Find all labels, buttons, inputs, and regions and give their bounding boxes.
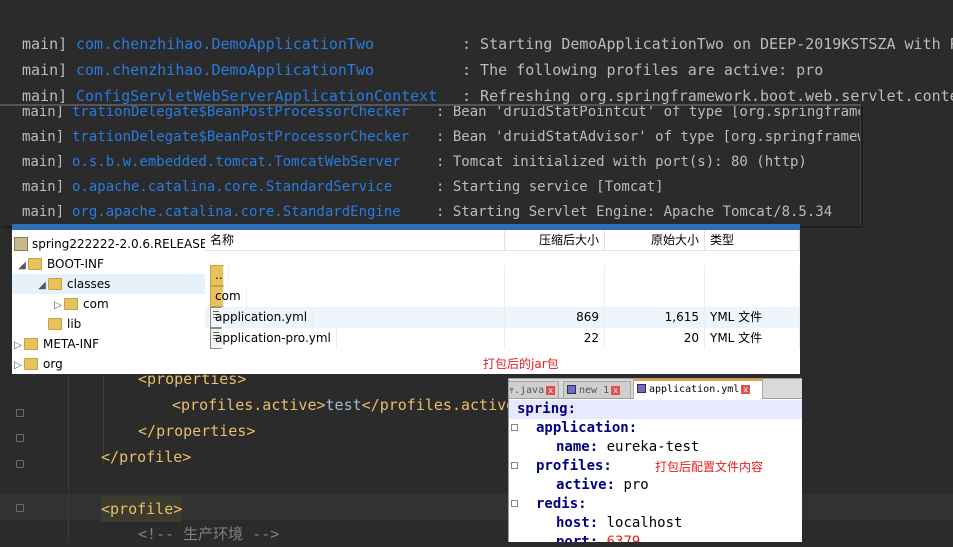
yaml-editor-window: ｬ.java x new 1x application.yml x spring: … <box>508 378 802 542</box>
xml-comment: <!-- 生产环境 --> <box>138 525 280 543</box>
log-logger-link[interactable]: trationDelegate$BeanPostProcessorChecker <box>72 106 409 125</box>
yaml-line: spring: <box>509 400 802 419</box>
log-row: main] o.s.b.w.embedded.tomcat.TomcatWebS… <box>22 150 807 175</box>
log-message: : Starting DemoApplicationTwo on DEEP-20… <box>462 35 953 53</box>
file-list-header: 名称 压缩后大小 原始大小 类型 ^ <box>205 230 800 251</box>
yaml-line: port: 6379 <box>556 534 641 542</box>
fold-marker-icon[interactable] <box>511 500 518 507</box>
column-header-type[interactable]: 类型 <box>705 230 800 250</box>
xml-line-current: <profile> <box>101 496 183 522</box>
yaml-line: host: localhost <box>556 515 683 531</box>
sort-caret-icon: ^ <box>351 226 359 236</box>
yaml-line: name: eureka-test <box>556 439 700 455</box>
folder-icon <box>48 318 62 330</box>
log-message: : The following profiles are active: pro <box>462 61 824 79</box>
log-thread: main] <box>22 204 65 220</box>
tree-node-meta-inf[interactable]: ▷ META-INF <box>12 334 99 354</box>
tab-bar: ｬ.java x new 1x application.yml x <box>509 379 802 399</box>
log-row: main] org.apache.catalina.core.StandardE… <box>22 200 832 225</box>
yaml-line: active: pro <box>556 477 649 493</box>
file-row[interactable]: com <box>205 286 800 307</box>
log-row: main] com.chenzhihao.DemoApplicationTwo … <box>22 57 823 83</box>
jar-caption-annotation: 打包后的jar包 <box>483 357 559 371</box>
jar-explorer-window: spring222222-2.0.6.RELEASE.j ◢ BOOT-INF ◢… <box>12 224 800 374</box>
file-row[interactable]: .. <box>205 265 800 286</box>
tab-new-1[interactable]: new 1x <box>563 381 631 398</box>
expanded-arrow-icon[interactable]: ◢ <box>36 276 48 296</box>
tree-node-jar[interactable]: spring222222-2.0.6.RELEASE.j <box>14 234 215 254</box>
log-thread: main] <box>22 104 65 120</box>
fold-marker-icon[interactable] <box>16 460 24 468</box>
log-message: : Bean 'druidStatAdvisor' of type [org.s… <box>436 129 861 145</box>
folder-icon <box>28 258 42 270</box>
log-message: : Starting service [Tomcat] <box>436 179 664 195</box>
fold-marker-icon[interactable] <box>16 434 24 442</box>
folder-icon <box>64 298 78 310</box>
yaml-caption-annotation: 打包后配置文件内容 <box>655 460 764 474</box>
log-row: main] trationDelegate$BeanPostProcessorC… <box>22 125 860 150</box>
pom-editor[interactable]: <properties> <profiles.active>test</prof… <box>0 370 953 543</box>
fold-marker-icon[interactable] <box>511 424 518 431</box>
collapsed-arrow-icon[interactable]: ▷ <box>52 296 64 316</box>
log-thread: main] <box>22 87 68 105</box>
log-logger-link[interactable]: o.apache.catalina.core.StandardService <box>72 175 392 200</box>
file-row[interactable]: application-pro.yml 22 20 YML 文件 <box>205 328 800 349</box>
console-bottom: main] trationDelegate$BeanPostProcessorC… <box>0 104 861 226</box>
file-list: 名称 压缩后大小 原始大小 类型 ^ .. com application.ym… <box>205 230 800 374</box>
yaml-line: application: <box>536 420 638 436</box>
tree-node-lib[interactable]: lib <box>36 314 81 334</box>
log-row: main] trationDelegate$BeanPostProcessorC… <box>22 104 860 125</box>
log-thread: main] <box>22 179 65 195</box>
log-logger-link[interactable]: o.s.b.w.embedded.tomcat.TomcatWebServer <box>72 150 401 175</box>
expanded-arrow-icon[interactable]: ◢ <box>16 256 28 276</box>
tab-java[interactable]: ｬ.java x <box>509 381 559 398</box>
close-icon[interactable]: x <box>546 386 556 395</box>
xml-line: </properties> <box>138 422 256 440</box>
close-icon[interactable]: x <box>741 385 751 394</box>
folder-icon <box>48 278 62 290</box>
yaml-line: profiles: <box>536 458 612 474</box>
xml-line: </profile> <box>101 448 192 466</box>
column-header-original[interactable]: 原始大小 <box>605 230 705 250</box>
fold-marker-icon[interactable] <box>511 462 518 469</box>
log-thread: main] <box>22 129 65 145</box>
log-message: : Tomcat initialized with port(s): 80 (h… <box>436 154 807 170</box>
close-icon[interactable]: x <box>611 386 621 395</box>
fold-marker-icon[interactable] <box>16 409 24 417</box>
file-icon <box>637 384 646 393</box>
tree-node-boot-inf[interactable]: ◢ BOOT-INF <box>16 254 104 274</box>
log-logger-link[interactable]: com.chenzhihao.DemoApplicationTwo <box>76 31 374 57</box>
jar-tree: spring222222-2.0.6.RELEASE.j ◢ BOOT-INF ◢… <box>12 230 215 374</box>
log-logger-link[interactable]: com.chenzhihao.DemoApplicationTwo <box>76 57 374 83</box>
log-logger-link[interactable]: trationDelegate$BeanPostProcessorChecker <box>72 125 409 150</box>
fold-marker-icon[interactable] <box>16 504 24 512</box>
collapsed-arrow-icon[interactable]: ▷ <box>12 336 24 356</box>
jar-icon <box>14 237 28 251</box>
log-message: : Bean 'druidStatPointcut' of type [org.… <box>436 104 861 120</box>
log-thread: main] <box>22 154 65 170</box>
tab-application-yml[interactable]: application.yml x <box>633 379 763 399</box>
xml-line: <profiles.active>test</profiles.active <box>172 396 516 414</box>
tree-node-classes[interactable]: ◢ classes <box>12 274 205 294</box>
folder-icon <box>24 338 38 350</box>
file-icon <box>567 385 576 394</box>
log-thread: main] <box>22 61 68 79</box>
log-row: main] com.chenzhihao.DemoApplicationTwo … <box>22 31 953 57</box>
tree-node-org[interactable]: ▷ org <box>12 354 63 374</box>
log-logger-link[interactable]: org.apache.catalina.core.StandardEngine <box>72 200 401 225</box>
tree-node-com[interactable]: ▷ com <box>52 294 109 314</box>
file-row[interactable]: application.yml 869 1,615 YML 文件 <box>205 307 800 328</box>
yaml-line: redis: <box>536 496 587 512</box>
collapsed-arrow-icon[interactable]: ▷ <box>12 356 24 374</box>
log-thread: main] <box>22 35 68 53</box>
log-message: : Starting Servlet Engine: Apache Tomcat… <box>436 204 833 220</box>
folder-icon <box>24 358 38 370</box>
indent-guide <box>68 374 69 542</box>
column-header-compressed[interactable]: 压缩后大小 <box>505 230 605 250</box>
console-top: main] com.chenzhihao.DemoApplicationTwo … <box>0 0 953 108</box>
log-row: main] o.apache.catalina.core.StandardSer… <box>22 175 664 200</box>
